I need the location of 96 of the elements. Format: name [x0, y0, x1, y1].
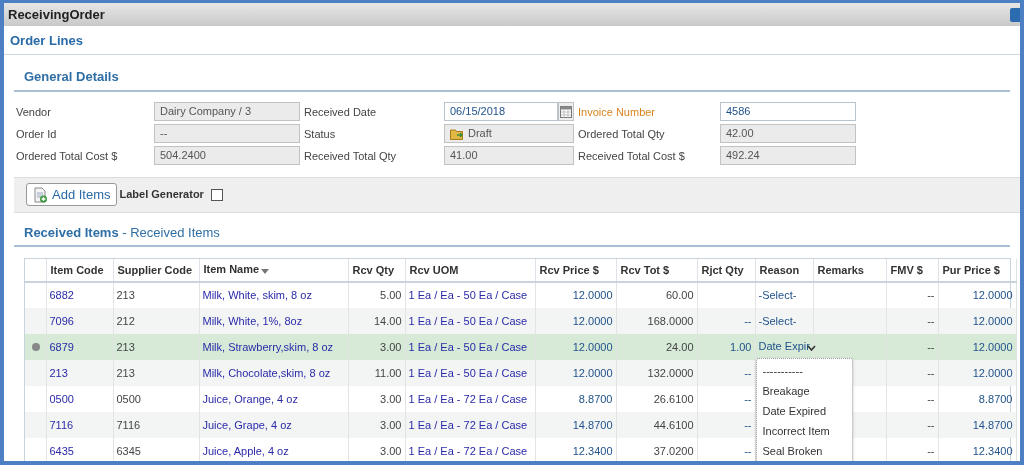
table-cell: 212: [113, 308, 199, 334]
table-cell[interactable]: Milk, Chocolate,skim, 8 oz: [199, 360, 348, 386]
column-header[interactable]: Item Name: [199, 259, 348, 282]
table-cell[interactable]: Juice, Apple, 4 oz: [199, 438, 348, 461]
table-cell[interactable]: 1 Ea / Ea - 50 Ea / Case: [405, 360, 535, 386]
table-cell: 12.0000: [938, 334, 1016, 360]
column-header[interactable]: Pur Price $: [938, 259, 1016, 282]
checkbox[interactable]: [210, 188, 223, 201]
readonly-field: --: [154, 124, 300, 143]
table-cell: 12.0000: [938, 360, 1016, 386]
table-cell: --: [886, 308, 938, 334]
date-field[interactable]: 06/15/2018: [444, 102, 558, 121]
readonly-field: 504.2400: [154, 146, 300, 165]
table-row[interactable]: 7096 212 Milk, White, 1%, 8oz 14.00 1 Ea / Ea - 50 Ea / Case 12.0000 168.0000 -- -Select- -- 12.0000: [25, 308, 1016, 334]
table-cell: --: [697, 412, 755, 438]
page-title: Order Lines: [4, 26, 1020, 55]
column-header[interactable]: Remarks: [813, 259, 886, 282]
column-header[interactable]: Reason: [755, 259, 813, 282]
table-cell[interactable]: 1 Ea / Ea - 50 Ea / Case: [405, 308, 535, 334]
table-cell: --: [886, 412, 938, 438]
table-cell: 11.00: [348, 360, 405, 386]
table-cell: 7116: [113, 412, 199, 438]
field-label: Received Total Cost $: [578, 148, 686, 164]
column-header[interactable]: Rcv Price $: [535, 259, 616, 282]
table-cell[interactable]: 1 Ea / Ea - 72 Ea / Case: [405, 412, 535, 438]
column-header[interactable]: Rcv UOM: [405, 259, 535, 282]
table-cell: 12.3400: [535, 438, 616, 461]
field-label: Ordered Total Cost $: [16, 148, 119, 164]
field-label: Invoice Number: [578, 104, 657, 120]
field-label: Vendor: [16, 104, 52, 120]
section-heading: Received Items - Received Items: [14, 222, 1010, 247]
table-cell: 3.00: [348, 412, 405, 438]
table-cell: 1.00: [697, 334, 755, 360]
table-cell[interactable]: 7096: [46, 308, 113, 334]
column-header[interactable]: Rjct Qty: [697, 259, 755, 282]
table-cell: --: [886, 360, 938, 386]
table-cell[interactable]: 6879: [46, 334, 113, 360]
readonly-field: 42.00: [720, 124, 856, 143]
field-label: Received Total Qty: [304, 148, 398, 164]
input-field[interactable]: 4586: [720, 102, 856, 121]
table-cell[interactable]: 213: [46, 360, 113, 386]
table-cell[interactable]: 1 Ea / Ea - 72 Ea / Case: [405, 438, 535, 461]
table-cell: 12.0000: [535, 308, 616, 334]
field-label: Status: [304, 126, 337, 142]
table-cell: 12.3400: [938, 438, 1016, 461]
table-cell: 14.00: [348, 308, 405, 334]
section-heading: General Details: [24, 69, 119, 84]
dropdown-option[interactable]: Seal Broken: [756, 441, 852, 461]
table-cell: 168.0000: [616, 308, 697, 334]
table-cell: 37.0200: [616, 438, 697, 461]
folder-icon: [450, 127, 464, 140]
table-cell: 12.0000: [535, 360, 616, 386]
table-cell[interactable]: Juice, Grape, 4 oz: [199, 412, 348, 438]
table-cell[interactable]: 7116: [46, 412, 113, 438]
column-header[interactable]: Supplier Code: [113, 259, 199, 282]
column-header[interactable]: Rcv Qty: [348, 259, 405, 282]
dropdown-option[interactable]: -----------: [756, 361, 852, 381]
table-cell[interactable]: 1 Ea / Ea - 50 Ea / Case: [405, 334, 535, 360]
table-cell[interactable]: Milk, White, 1%, 8oz: [199, 308, 348, 334]
readonly-field: 41.00: [444, 146, 574, 165]
reason-dropdown[interactable]: -Select-: [758, 289, 797, 302]
table-cell: 14.8700: [938, 412, 1016, 438]
table-cell: 3.00: [348, 334, 405, 360]
checkbox-label: Label Generator: [119, 187, 204, 203]
column-header[interactable]: Item Code: [46, 259, 113, 282]
field-label: Order Id: [16, 126, 58, 142]
table-cell: --: [697, 360, 755, 386]
status-value: Draft: [468, 126, 492, 141]
table-cell[interactable]: 6435: [46, 438, 113, 461]
table-cell: 14.8700: [535, 412, 616, 438]
table-cell: 3.00: [348, 438, 405, 461]
column-header[interactable]: FMV $: [886, 259, 938, 282]
table-cell: 12.0000: [535, 334, 616, 360]
field-label: Received Date: [304, 104, 378, 120]
column-header[interactable]: Rcv Tot $: [616, 259, 697, 282]
table-cell: 6345: [113, 438, 199, 461]
table-cell: 213: [113, 334, 199, 360]
readonly-field: Dairy Company / 3: [154, 102, 300, 121]
table-cell: 213: [113, 360, 199, 386]
add-items-button[interactable]: Add Items: [26, 183, 117, 206]
add-document-icon: [32, 186, 48, 203]
window-title: ReceivingOrder: [8, 5, 105, 24]
table-cell: 44.6100: [616, 412, 697, 438]
calendar-icon[interactable]: [558, 102, 574, 121]
table-cell: 12.0000: [938, 308, 1016, 334]
table-cell: --: [886, 438, 938, 461]
table-cell: 132.0000: [616, 360, 697, 386]
table-cell[interactable]: Milk, Strawberry,skim, 8 oz: [199, 334, 348, 360]
table-cell: --: [697, 308, 755, 334]
dropdown-option[interactable]: Incorrect Item: [756, 421, 852, 441]
table-cell: --: [697, 438, 755, 461]
readonly-field: 492.24: [720, 146, 856, 165]
close-icon[interactable]: [1010, 7, 1020, 22]
field-label: Ordered Total Qty: [578, 126, 666, 142]
table-cell: --: [886, 334, 938, 360]
table-cell: 24.00: [616, 334, 697, 360]
